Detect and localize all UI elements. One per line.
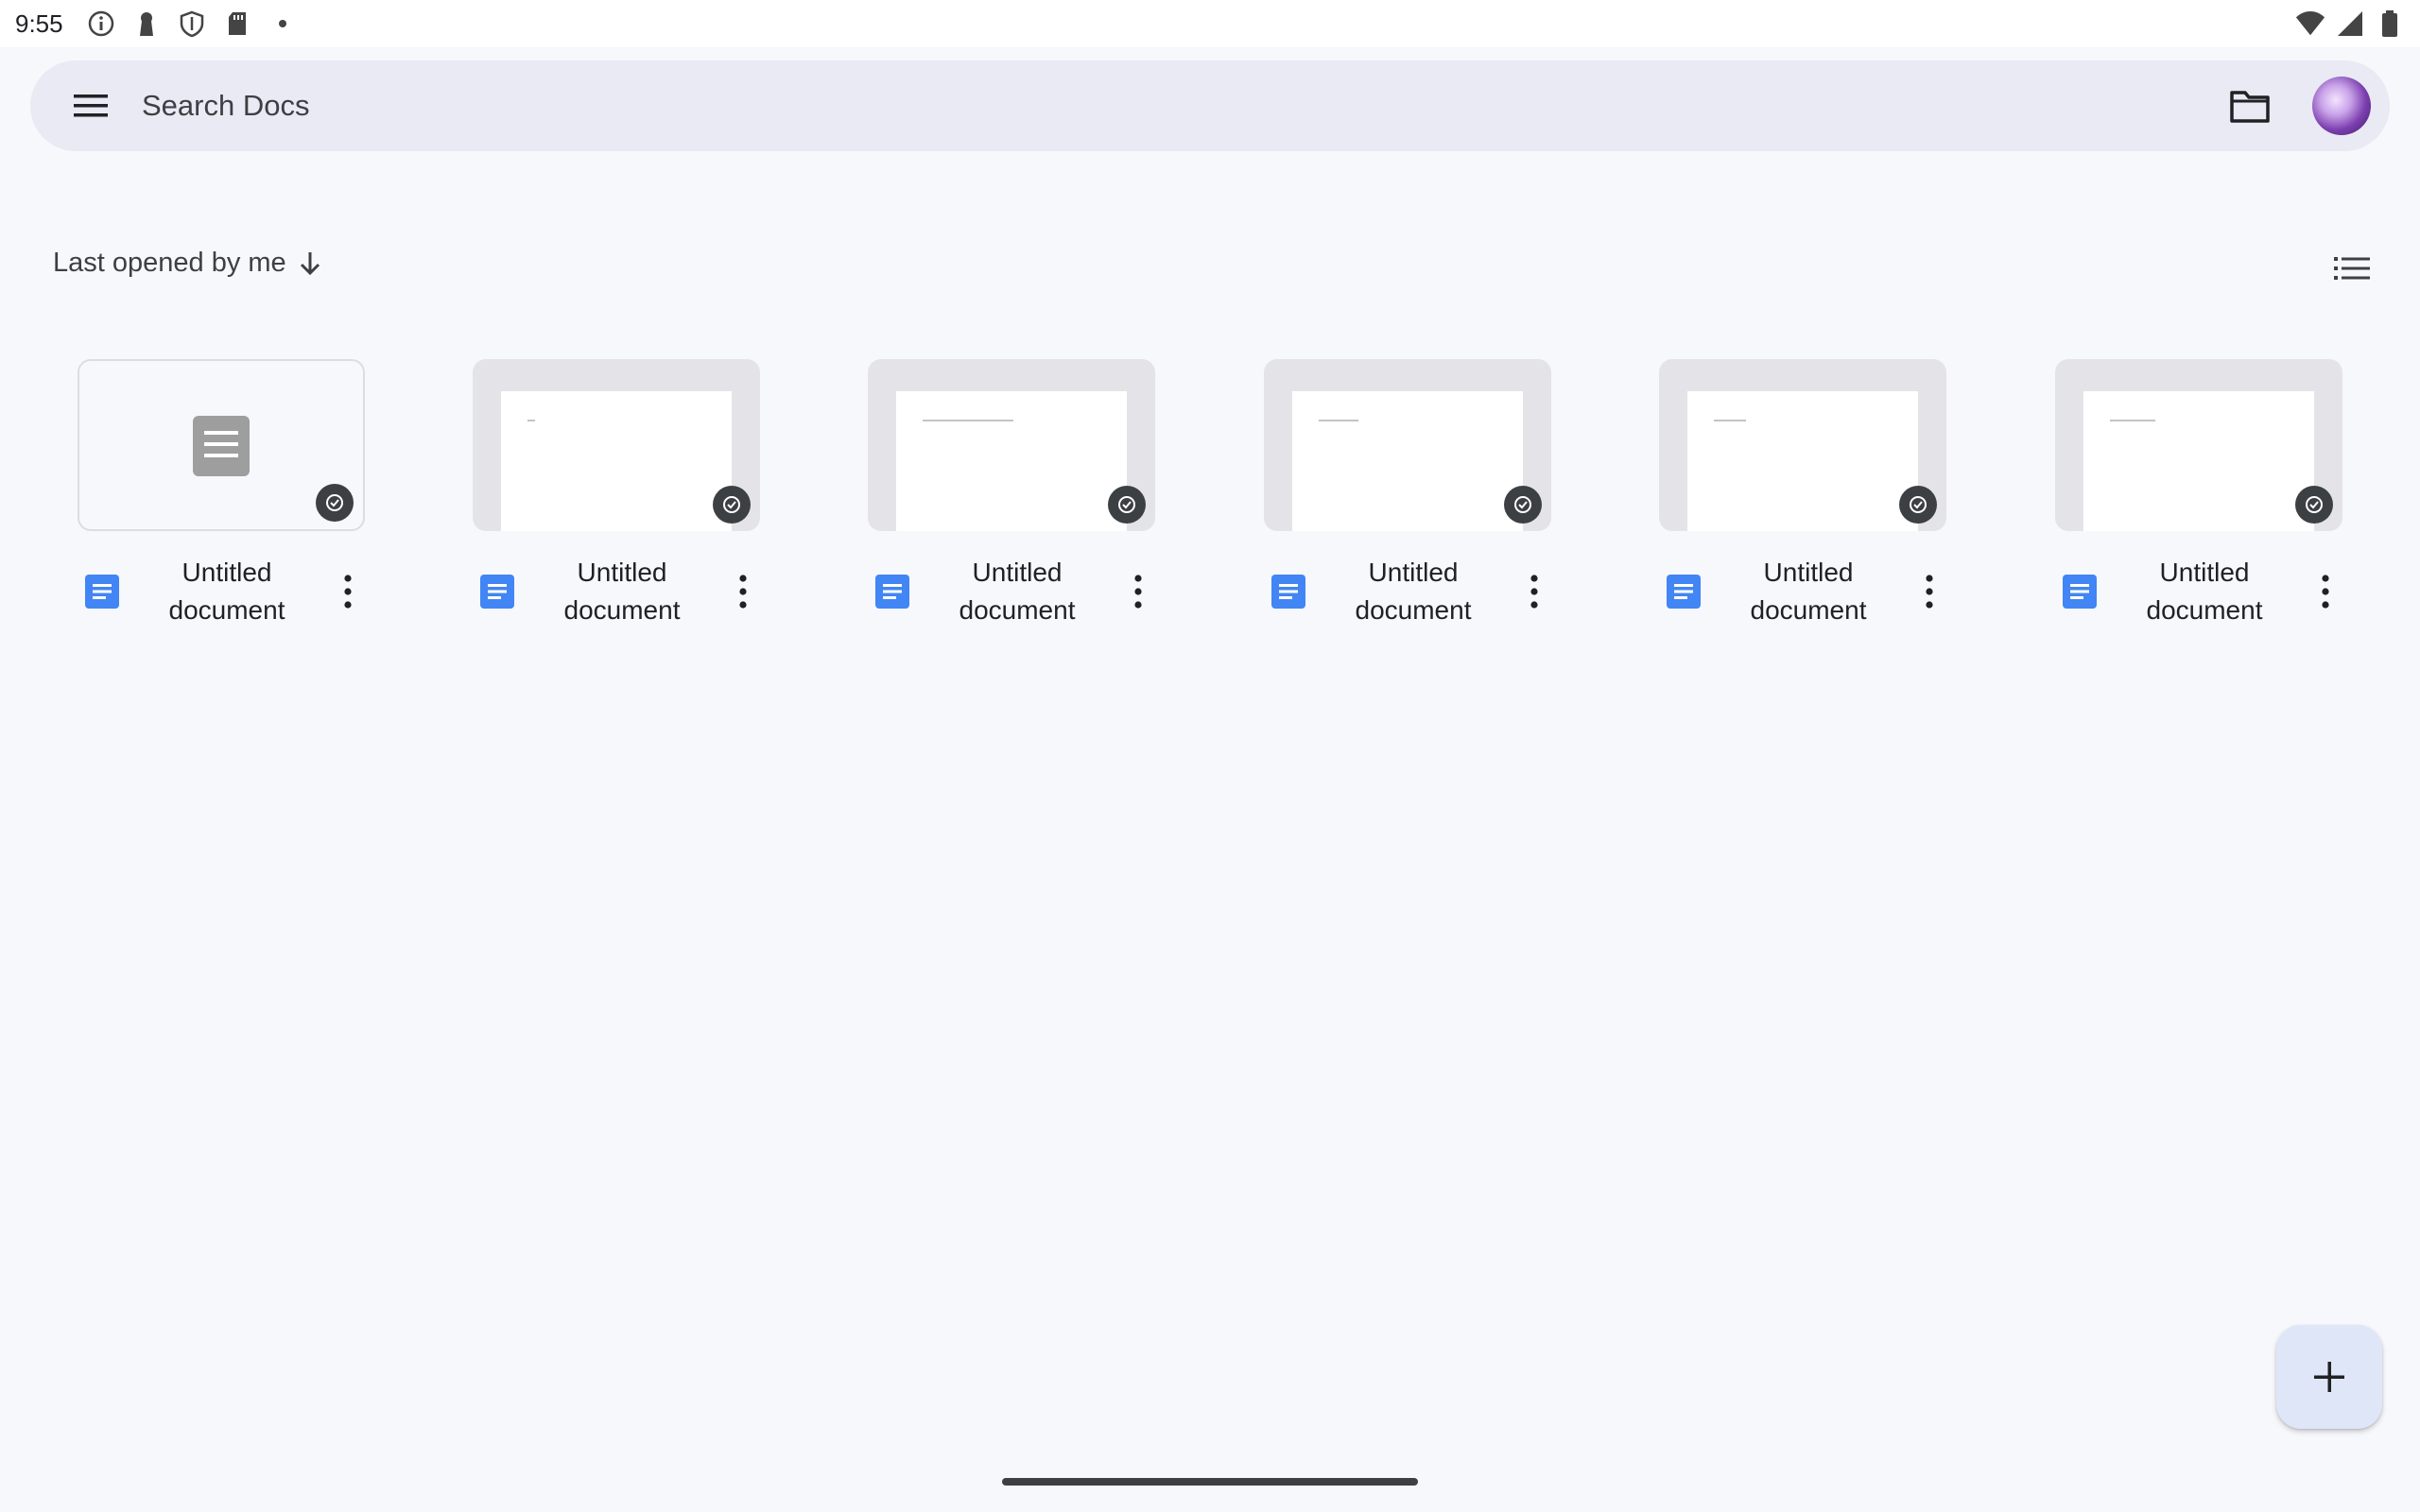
- document-thumbnail[interactable]: [1264, 359, 1551, 531]
- create-document-button[interactable]: [2276, 1325, 2382, 1429]
- docs-file-icon: [872, 571, 913, 612]
- document-card[interactable]: Untitled document: [1659, 359, 1946, 629]
- docs-file-icon: [476, 571, 518, 612]
- signal-icon: [2335, 9, 2365, 39]
- document-title[interactable]: Untitled document: [1309, 554, 1517, 629]
- avatar[interactable]: [2312, 77, 2371, 135]
- document-page-preview: [896, 391, 1127, 531]
- document-page-preview: [501, 391, 732, 531]
- document-card[interactable]: Untitled document: [868, 359, 1155, 629]
- more-options-icon[interactable]: [1121, 565, 1155, 618]
- document-card[interactable]: Untitled document: [473, 359, 760, 629]
- dot-icon: [268, 9, 298, 39]
- hamburger-menu-icon[interactable]: [64, 79, 117, 132]
- document-placeholder-icon: [193, 416, 250, 476]
- document-thumbnail[interactable]: [868, 359, 1155, 531]
- sd-card-icon: [222, 9, 252, 39]
- document-title[interactable]: Untitled document: [518, 554, 726, 629]
- more-options-icon[interactable]: [1912, 565, 1946, 618]
- status-left: 9:55: [15, 9, 298, 39]
- info-icon: [86, 9, 116, 39]
- document-meta: Untitled document: [1264, 554, 1551, 629]
- status-bar: 9:55: [0, 0, 2420, 47]
- document-card[interactable]: Untitled document: [78, 359, 365, 629]
- plus-icon: [2314, 1362, 2344, 1392]
- arrow-down-icon: [300, 251, 320, 275]
- search-bar[interactable]: Search Docs: [30, 60, 2390, 151]
- offline-available-icon: [713, 486, 751, 524]
- document-page-preview: [1292, 391, 1523, 531]
- offline-available-icon: [1899, 486, 1937, 524]
- folder-icon[interactable]: [2216, 72, 2284, 140]
- document-card[interactable]: Untitled document: [1264, 359, 1551, 629]
- document-meta: Untitled document: [1659, 554, 1946, 629]
- docs-file-icon: [2059, 571, 2100, 612]
- search-input[interactable]: Search Docs: [142, 89, 2216, 123]
- document-page-preview: [2083, 391, 2314, 531]
- more-options-icon[interactable]: [726, 565, 760, 618]
- offline-available-icon: [316, 484, 354, 522]
- docs-file-icon: [81, 571, 123, 612]
- document-thumbnail[interactable]: [1659, 359, 1946, 531]
- document-thumbnail[interactable]: [473, 359, 760, 531]
- document-title[interactable]: Untitled document: [123, 554, 331, 629]
- shield-icon: [177, 9, 207, 39]
- sort-label: Last opened by me: [53, 248, 286, 278]
- document-title[interactable]: Untitled document: [2100, 554, 2308, 629]
- keyhole-icon: [131, 9, 162, 39]
- more-options-icon[interactable]: [331, 565, 365, 618]
- list-view-icon[interactable]: [2331, 249, 2373, 287]
- sort-selector[interactable]: Last opened by me: [53, 248, 322, 279]
- document-meta: Untitled document: [473, 554, 760, 629]
- home-indicator[interactable]: [1002, 1478, 1418, 1486]
- offline-available-icon: [1504, 486, 1542, 524]
- more-options-icon[interactable]: [1517, 565, 1551, 618]
- document-title[interactable]: Untitled document: [913, 554, 1121, 629]
- status-right: [2295, 9, 2405, 39]
- offline-available-icon: [1108, 486, 1146, 524]
- offline-available-icon: [2295, 486, 2333, 524]
- document-meta: Untitled document: [868, 554, 1155, 629]
- document-card[interactable]: Untitled document: [2055, 359, 2342, 629]
- document-thumbnail[interactable]: [2055, 359, 2342, 531]
- docs-file-icon: [1268, 571, 1309, 612]
- document-thumbnail[interactable]: [78, 359, 365, 531]
- document-meta: Untitled document: [2055, 554, 2342, 629]
- docs-file-icon: [1663, 571, 1704, 612]
- status-time: 9:55: [15, 9, 63, 38]
- document-page-preview: [1687, 391, 1918, 531]
- document-title[interactable]: Untitled document: [1704, 554, 1912, 629]
- more-options-icon[interactable]: [2308, 565, 2342, 618]
- document-meta: Untitled document: [78, 554, 365, 629]
- wifi-icon: [2295, 9, 2325, 39]
- battery-icon: [2375, 9, 2405, 39]
